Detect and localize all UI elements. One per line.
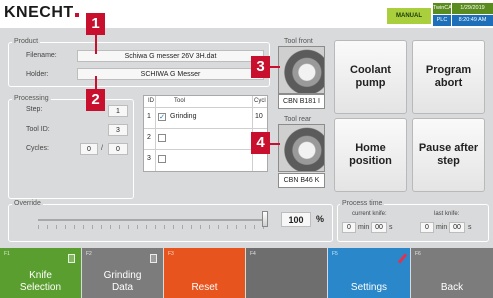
document-icon <box>150 254 157 263</box>
f6-number: F6 <box>415 251 421 257</box>
twincat-label: TwinCAT <box>433 3 455 14</box>
hmi-screen: KNECHT MANUAL TwinCAT 1/29/2019 PLC 8:20… <box>0 0 493 298</box>
marker-1-line <box>95 34 97 54</box>
marker-4: 4 <box>251 132 270 154</box>
row-id: 2 <box>147 134 151 141</box>
process-time-group <box>337 204 489 242</box>
row-checkbox[interactable] <box>158 155 166 163</box>
step-label: Step: <box>26 106 43 113</box>
time-value: 8:20:49 AM <box>452 15 493 26</box>
document-icon <box>68 254 75 263</box>
table-row[interactable]: 1 ✓ Grinding 10 <box>144 107 267 127</box>
override-slider-thumb[interactable] <box>262 211 268 227</box>
f4-number: F4 <box>250 251 256 257</box>
table-row[interactable]: 3 <box>144 149 267 169</box>
tool-id-field: 3 <box>108 124 128 136</box>
row-tool: Grinding <box>170 113 197 120</box>
last-sec-field: 00 <box>449 222 465 233</box>
current-min-field: 0 <box>342 222 356 233</box>
mode-indicator: MANUAL <box>387 8 431 24</box>
home-position-button[interactable]: Home position <box>334 118 407 192</box>
current-min-unit: min <box>358 224 370 231</box>
column-header-cycles: Cycl <box>254 98 266 104</box>
brand-logo: KNECHT <box>4 4 79 22</box>
step-field: 1 <box>108 105 128 117</box>
override-group-title: Override <box>12 200 43 208</box>
f1-label: Knife Selection <box>19 270 62 293</box>
f4-empty-button[interactable]: F4 <box>246 248 327 298</box>
column-header-tool: Tool <box>174 98 186 104</box>
table-row[interactable]: 2 <box>144 128 267 148</box>
tool-front-image <box>278 46 325 94</box>
cycles-current-field: 0 <box>80 143 98 155</box>
current-knife-label: current knife: <box>352 211 387 217</box>
logo-dot-icon <box>74 13 79 17</box>
cycles-total-field: 0 <box>108 143 128 155</box>
row-checkbox[interactable] <box>158 134 166 142</box>
program-abort-button[interactable]: Program abort <box>412 40 485 114</box>
f6-back-button[interactable]: F6 Back <box>411 248 493 298</box>
tool-front-caption: CBN B181 I <box>278 94 325 109</box>
holder-label: Holder: <box>26 71 49 78</box>
marker-3: 3 <box>251 56 270 78</box>
product-group-title: Product <box>12 38 41 46</box>
row-cycles: 10 <box>255 113 263 120</box>
marker-4-line <box>270 143 280 145</box>
filename-field: Schiwa G messer 26V 3H.dat <box>77 50 264 62</box>
override-value-field: 100 <box>281 212 311 227</box>
f6-label: Back <box>440 282 464 293</box>
f3-reset-button[interactable]: F3 Reset <box>164 248 245 298</box>
column-header-id: ID <box>148 98 154 104</box>
current-sec-field: 00 <box>371 222 387 233</box>
cycles-separator: / <box>101 145 103 152</box>
f3-number: F3 <box>168 251 174 257</box>
header-bar: KNECHT MANUAL TwinCAT 1/29/2019 PLC 8:20… <box>0 0 493 28</box>
f1-number: F1 <box>4 251 10 257</box>
f2-label: Grinding Data <box>103 270 142 293</box>
last-knife-label: last knife: <box>434 211 460 217</box>
current-sec-unit: s <box>389 224 393 231</box>
last-min-field: 0 <box>420 222 434 233</box>
process-time-title: Process time <box>340 200 385 208</box>
f5-label: Settings <box>350 282 388 293</box>
tool-rear-caption: CBN B46 K <box>278 173 325 188</box>
status-panel: TwinCAT 1/29/2019 PLC 8:20:49 AM <box>433 3 493 27</box>
tool-rear-title: Tool rear <box>282 116 314 124</box>
row-id: 1 <box>147 113 151 120</box>
row-checkbox[interactable]: ✓ <box>158 113 166 121</box>
f2-grinding-data-button[interactable]: F2 Grinding Data <box>82 248 163 298</box>
cycles-label: Cycles: <box>26 145 49 152</box>
marker-3-line <box>270 66 280 68</box>
f2-number: F2 <box>86 251 92 257</box>
pause-after-step-button[interactable]: Pause after step <box>412 118 485 192</box>
marker-2: 2 <box>86 89 105 111</box>
f1-knife-selection-button[interactable]: F1 Knife Selection <box>0 248 81 298</box>
tool-id-label: Tool ID: <box>26 126 50 133</box>
filename-label: Filename: <box>26 52 57 59</box>
f5-settings-button[interactable]: F5 Settings <box>328 248 410 298</box>
product-group <box>8 42 270 87</box>
override-slider-ticks <box>38 225 268 229</box>
coolant-pump-button[interactable]: Coolant pump <box>334 40 407 114</box>
tool-front-title: Tool front <box>282 38 315 46</box>
plc-label: PLC <box>433 15 451 26</box>
row-id: 3 <box>147 155 151 162</box>
f3-label: Reset <box>191 282 218 293</box>
processing-group-title: Processing <box>12 95 51 103</box>
holder-field: SCHIWA G Messer <box>77 68 264 80</box>
marker-2-line <box>95 76 97 90</box>
tool-table: ID Tool Cycl 1 ✓ Grinding 10 2 3 <box>143 95 268 172</box>
tool-rear-image <box>278 124 325 172</box>
override-slider-track[interactable] <box>38 219 268 221</box>
last-sec-unit: s <box>468 224 472 231</box>
pencil-icon <box>397 253 408 264</box>
marker-1: 1 <box>86 13 105 35</box>
date-value: 1/29/2019 <box>452 3 493 14</box>
f5-number: F5 <box>332 251 338 257</box>
last-min-unit: min <box>436 224 448 231</box>
override-unit: % <box>316 214 325 224</box>
